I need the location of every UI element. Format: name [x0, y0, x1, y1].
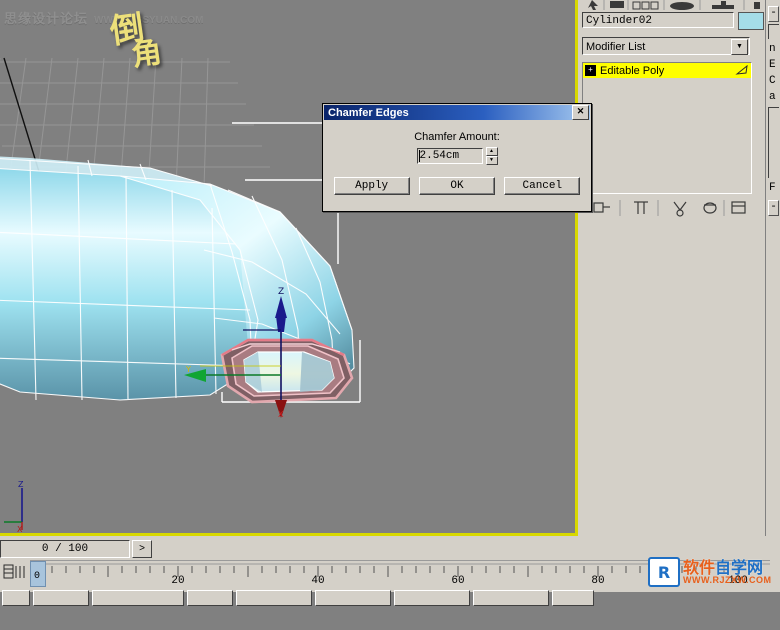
object-color-swatch[interactable]: [738, 12, 764, 30]
time-slider-label: 0: [34, 571, 41, 582]
handwritten-annotation: 倒 角: [108, 8, 163, 74]
sliver-text-1: n: [769, 43, 776, 55]
status-button-6[interactable]: [315, 590, 391, 606]
sliver-rollout-header-2[interactable]: -: [768, 200, 779, 216]
chamfer-edges-dialog[interactable]: Chamfer Edges ✕ Chamfer Amount: 2.54cm ▲…: [322, 103, 592, 212]
camera-icon: [610, 1, 624, 8]
sphere-icon: [670, 2, 694, 10]
cylinder-mesh: Z Y X: [0, 156, 355, 419]
timeline-label: 60: [451, 575, 465, 587]
close-icon[interactable]: ✕: [572, 105, 589, 120]
box-icon: [632, 1, 641, 10]
cancel-button[interactable]: Cancel: [504, 177, 581, 195]
render-icon: [712, 5, 734, 9]
object-name-input[interactable]: Cylinder02: [582, 12, 734, 28]
modifier-list-label: Modifier List: [586, 41, 646, 53]
make-unique-icon: [673, 201, 687, 211]
timeline-label: 40: [311, 575, 325, 587]
sliver-text-5: F: [769, 182, 776, 194]
spinner-buttons[interactable]: ▲ ▼: [485, 147, 498, 165]
watermark-cn: 思缘设计论坛: [4, 11, 89, 26]
apply-button[interactable]: Apply: [333, 177, 410, 195]
render-top-icon: [721, 1, 726, 5]
logo-cn: 软件自学网: [683, 557, 772, 577]
svg-text:Y: Y: [185, 365, 191, 374]
status-button-5[interactable]: [236, 590, 312, 606]
logo-cn-1: 软件: [683, 557, 716, 577]
stack-item-editable-poly[interactable]: + Editable Poly: [583, 63, 751, 78]
status-button-3[interactable]: [92, 590, 184, 606]
command-panel[interactable]: Cylinder02 Modifier List ▼ + Editable Po…: [578, 0, 780, 536]
status-button-8[interactable]: [473, 590, 549, 606]
dialog-titlebar[interactable]: Chamfer Edges ✕: [324, 105, 590, 120]
world-axis-tripod: Z X: [4, 480, 24, 534]
chamfer-amount-label: Chamfer Amount:: [414, 131, 500, 143]
time-slider[interactable]: 0: [30, 561, 46, 587]
toolbar-icon-strip: [588, 0, 769, 10]
spinner-down-icon[interactable]: ▼: [485, 156, 498, 165]
sliver-field-1[interactable]: [768, 24, 779, 39]
svg-text:X: X: [17, 525, 23, 534]
status-button-2[interactable]: [33, 590, 89, 606]
chamfer-amount-stepper[interactable]: 2.54cm ▲ ▼: [416, 147, 498, 165]
modifier-stack[interactable]: + Editable Poly: [582, 62, 752, 194]
chevron-down-icon[interactable]: ▼: [731, 39, 748, 55]
logo-url: WWW.RJZXW.COM: [683, 574, 772, 585]
sliver-text-2: E: [769, 59, 776, 71]
lock-icon: [754, 2, 760, 9]
perspective-viewport[interactable]: Z Y X 思缘设计论坛 WWW.MISSYUAN.COM 倒 角 Z X: [0, 0, 578, 536]
ok-button[interactable]: OK: [418, 177, 495, 195]
track-view-icon[interactable]: [2, 562, 28, 582]
status-button-strip[interactable]: [0, 588, 780, 630]
timeline-label: 80: [591, 575, 605, 587]
svg-text:Z: Z: [18, 480, 24, 489]
modifier-stack-toolbar[interactable]: [582, 197, 750, 219]
pin-stack-icon: [593, 202, 604, 213]
dialog-body: Chamfer Amount: 2.54cm ▲ ▼ Apply OK Canc…: [323, 121, 591, 195]
sliver-rollout-header[interactable]: -: [768, 6, 779, 22]
status-button-9[interactable]: [552, 590, 594, 606]
expand-icon[interactable]: +: [585, 65, 596, 76]
status-button-1[interactable]: [2, 590, 30, 606]
annotation-line-2: 角: [129, 34, 163, 74]
configure-modifier-sets-icon: [731, 201, 746, 214]
status-button-4[interactable]: [187, 590, 233, 606]
secondary-panel-sliver[interactable]: - n E C a F -: [765, 0, 780, 536]
sliver-text-4: a: [769, 91, 776, 103]
stack-tools-icons: [593, 200, 746, 217]
logo-cn-2: 自学网: [715, 557, 764, 577]
dialog-title: Chamfer Edges: [328, 106, 409, 119]
sliver-text-3: C: [769, 75, 776, 87]
box3-icon: [650, 1, 659, 10]
chamfer-amount-value: 2.54cm: [419, 150, 460, 162]
chamfer-amount-input[interactable]: 2.54cm: [416, 148, 483, 164]
show-end-result-icon: [735, 64, 748, 75]
stack-item-label: Editable Poly: [600, 64, 665, 77]
select-arrow-icon: [588, 0, 598, 10]
timeline-label: 20: [171, 575, 185, 587]
text-caret: [418, 150, 420, 162]
sliver-field-2[interactable]: [768, 107, 779, 178]
logo-text: 软件自学网 WWW.RJZXW.COM: [683, 557, 772, 585]
forum-watermark: 思缘设计论坛 WWW.MISSYUAN.COM: [4, 8, 203, 27]
frame-counter[interactable]: 0 / 100: [0, 540, 130, 558]
box2-icon: [641, 1, 650, 10]
spinner-up-icon[interactable]: ▲: [485, 147, 498, 156]
logo-mark-icon: R: [648, 557, 680, 587]
status-button-7[interactable]: [394, 590, 470, 606]
svg-text:Z: Z: [278, 287, 284, 297]
command-panel-toolbar[interactable]: [578, 0, 780, 10]
svg-text:X: X: [278, 410, 284, 419]
rjzxw-logo: R 软件自学网 WWW.RJZXW.COM: [648, 556, 774, 588]
next-frame-button[interactable]: >: [132, 540, 152, 558]
frame-row: 0 / 100 >: [0, 540, 152, 558]
modifier-list-dropdown[interactable]: Modifier List ▼: [582, 37, 750, 55]
dialog-button-row: Apply OK Cancel: [323, 177, 591, 195]
